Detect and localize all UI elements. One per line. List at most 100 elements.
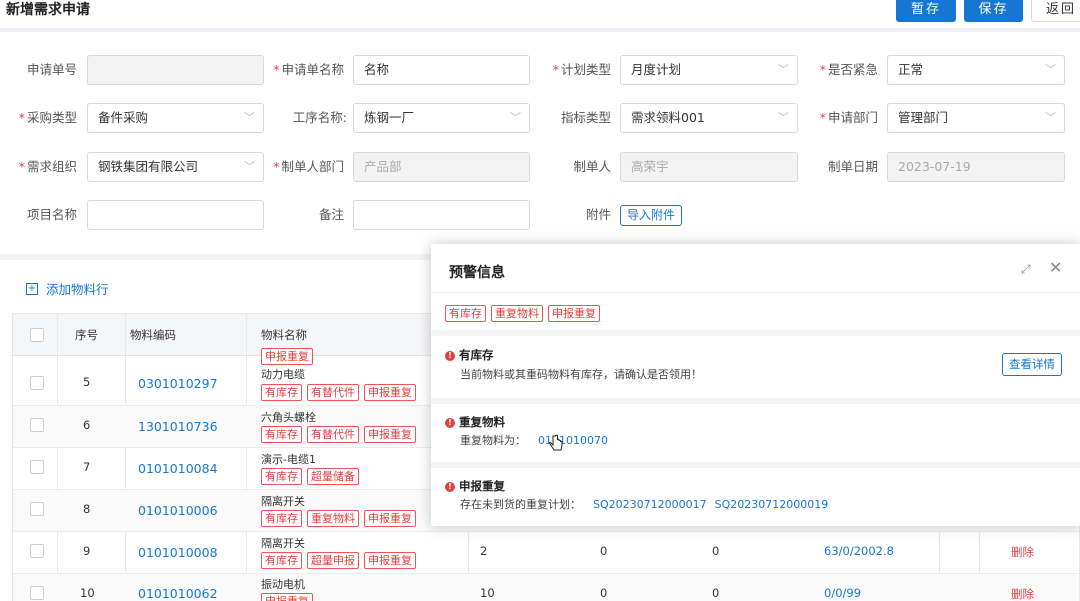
row-tags: 有库存 超量申报 申报重复 bbox=[261, 552, 416, 569]
summary-tags: 有库存 重复物料 申报重复 bbox=[445, 305, 600, 322]
status-tag: 有库存 bbox=[261, 426, 302, 443]
row-seq: 6 bbox=[83, 418, 91, 432]
divider bbox=[431, 292, 1080, 293]
chevron-down-icon: ﹀ bbox=[778, 111, 789, 124]
material-code-link[interactable]: 1301010736 bbox=[138, 419, 218, 434]
row-value: 0 bbox=[712, 544, 720, 558]
material-code-link[interactable]: 0101010006 bbox=[138, 503, 218, 518]
row-checkbox[interactable] bbox=[30, 460, 44, 474]
material-code-link[interactable]: 0101010008 bbox=[138, 545, 218, 560]
project-name-field[interactable] bbox=[87, 200, 264, 230]
add-material-row-button[interactable]: + 添加物料行 bbox=[26, 279, 109, 298]
status-tag: 有替代件 bbox=[307, 426, 359, 443]
maker-dept-field[interactable]: 产品部 bbox=[353, 152, 530, 182]
urgent-select[interactable]: 正常 ﹀ bbox=[887, 55, 1065, 85]
row-quantity: 2 bbox=[480, 544, 488, 558]
row-checkbox[interactable] bbox=[30, 418, 44, 432]
delete-row-button[interactable]: 删除 bbox=[1011, 586, 1034, 601]
save-draft-button[interactable]: 暂存 bbox=[896, 0, 956, 22]
warning-item-duplicate-plan: ! 申报重复 存在未到货的重复计划： SQ20230712000017 SQ20230… bbox=[431, 468, 1080, 526]
material-name: 隔离开关 bbox=[261, 495, 305, 508]
plus-square-icon: + bbox=[26, 282, 38, 295]
warning-desc: 当前物料或其重码物料有库存，请确认是否领用！ bbox=[460, 368, 702, 381]
status-tag: 有库存 bbox=[261, 552, 302, 569]
apply-dept-select[interactable]: 管理部门 ﹀ bbox=[887, 103, 1065, 133]
select-all-checkbox[interactable] bbox=[30, 328, 44, 342]
purchase-type-label: * 采购类型 bbox=[18, 110, 77, 125]
warning-item-duplicate-material: ! 重复物料 重复物料为： 0101010070 bbox=[431, 404, 1080, 462]
material-name: 隔离开关 bbox=[261, 537, 305, 550]
table-row[interactable]: 9 0101010008 隔离开关 有库存 超量申报 申报重复 2 0 0 63… bbox=[13, 532, 1079, 574]
indicator-type-label: 指标类型 bbox=[560, 110, 611, 125]
remark-field[interactable] bbox=[353, 200, 530, 230]
process-name-select[interactable]: 炼钢一厂 ﹀ bbox=[353, 103, 530, 133]
table-row[interactable]: 10 0101010062 振动电机 申报重复 10 0 0 0/0/99 删除 bbox=[13, 574, 1079, 601]
row-tags: 有库存 重复物料 申报重复 bbox=[261, 510, 416, 527]
page-header: 新增需求申请 暂存 保存 返回 bbox=[0, 0, 1080, 32]
column-header-seq: 序号 bbox=[75, 328, 98, 342]
make-date-label: 制单日期 bbox=[827, 159, 878, 174]
duplicate-plan-link[interactable]: SQ20230712000017 bbox=[593, 498, 707, 511]
warning-desc: 存在未到货的重复计划： SQ20230712000017 SQ20230712000… bbox=[460, 498, 829, 511]
request-no-field[interactable] bbox=[87, 55, 264, 85]
row-value: 0 bbox=[712, 586, 720, 600]
indicator-type-select[interactable]: 需求领料001 ﹀ bbox=[620, 103, 798, 133]
request-no-label: 申请单号 bbox=[26, 62, 77, 77]
hand-cursor-icon bbox=[549, 434, 563, 451]
chevron-down-icon: ﹀ bbox=[1045, 111, 1056, 124]
row-checkbox[interactable] bbox=[30, 502, 44, 516]
add-material-row-label: 添加物料行 bbox=[46, 282, 109, 297]
status-tag: 重复物料 bbox=[491, 305, 543, 322]
chevron-down-icon: ﹀ bbox=[244, 160, 255, 173]
row-value: 0 bbox=[600, 586, 608, 600]
expand-icon[interactable]: ⤢ bbox=[1021, 262, 1031, 277]
status-tag: 申报重复 bbox=[261, 593, 313, 601]
attachment-label: 附件 bbox=[585, 207, 611, 222]
material-name: 振动电机 bbox=[261, 578, 305, 591]
warning-dialog: 预警信息 ⤢ ✕ 有库存 重复物料 申报重复 ! 有库存 当前物料或其重码物料有库… bbox=[431, 244, 1080, 526]
plan-type-select[interactable]: 月度计划 ﹀ bbox=[620, 55, 798, 85]
duplicate-plan-link[interactable]: SQ20230712000019 bbox=[715, 498, 829, 511]
material-code-link[interactable]: 0101010062 bbox=[138, 586, 218, 601]
close-icon[interactable]: ✕ bbox=[1049, 258, 1062, 277]
save-button[interactable]: 保存 bbox=[964, 0, 1023, 22]
import-attachment-button[interactable]: 导入附件 bbox=[620, 205, 683, 226]
warning-title: ! 申报重复 bbox=[445, 478, 505, 494]
apply-dept-label: * 申请部门 bbox=[819, 110, 878, 125]
material-code-link[interactable]: 0101010084 bbox=[138, 461, 218, 476]
row-checkbox[interactable] bbox=[30, 544, 44, 558]
material-name: 六角头螺栓 bbox=[261, 411, 316, 424]
dialog-title: 预警信息 bbox=[449, 265, 505, 281]
exclamation-icon: ! bbox=[445, 350, 455, 361]
chevron-down-icon: ﹀ bbox=[244, 111, 255, 124]
delete-row-button[interactable]: 删除 bbox=[1011, 544, 1034, 560]
row-tags: 有库存 有替代件 申报重复 bbox=[261, 426, 416, 443]
status-tag: 超量申报 bbox=[307, 552, 359, 569]
status-tag: 有库存 bbox=[261, 384, 302, 401]
status-tag: 超量储备 bbox=[307, 468, 359, 485]
stock-link[interactable]: 63/0/2002.8 bbox=[824, 544, 894, 558]
status-tag: 申报重复 bbox=[364, 510, 416, 527]
chevron-down-icon: ﹀ bbox=[1045, 63, 1056, 76]
status-tag: 重复物料 bbox=[307, 510, 359, 527]
demand-org-select[interactable]: 钢铁集团有限公司 ﹀ bbox=[87, 152, 264, 182]
row-checkbox[interactable] bbox=[30, 376, 44, 390]
row-checkbox[interactable] bbox=[30, 586, 44, 600]
material-code-link[interactable]: 0301010297 bbox=[138, 376, 218, 391]
purchase-type-select[interactable]: 备件采购 ﹀ bbox=[87, 103, 264, 133]
exclamation-icon: ! bbox=[445, 417, 455, 428]
back-button[interactable]: 返回 bbox=[1031, 0, 1080, 22]
warning-title: ! 重复物料 bbox=[445, 414, 505, 430]
plan-type-label: * 计划类型 bbox=[552, 62, 611, 77]
process-name-label: 工序名称: bbox=[292, 110, 347, 125]
status-tag: 有库存 bbox=[445, 305, 486, 322]
stock-link[interactable]: 0/0/99 bbox=[824, 586, 861, 600]
maker-field[interactable]: 高荣宇 bbox=[620, 152, 798, 182]
request-name-field[interactable]: 名称 bbox=[353, 55, 530, 85]
chevron-down-icon: ﹀ bbox=[510, 111, 521, 124]
maker-dept-label: * 制单人部门 bbox=[273, 159, 344, 174]
make-date-field[interactable]: 2023-07-19 bbox=[887, 152, 1065, 182]
column-header-code: 物料编码 bbox=[130, 328, 176, 342]
view-details-button[interactable]: 查看详情 bbox=[1002, 353, 1062, 376]
row-tags: 申报重复 bbox=[261, 593, 313, 601]
